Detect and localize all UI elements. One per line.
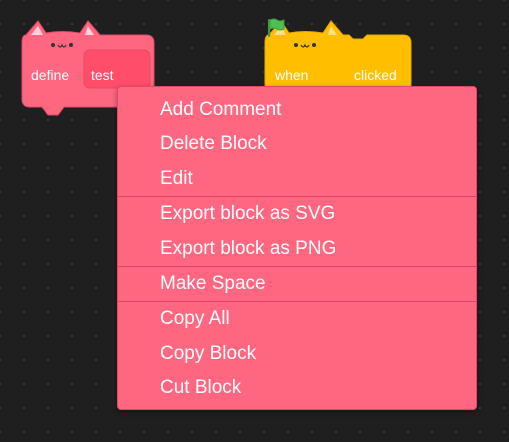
- custom-block-name[interactable]: test: [91, 67, 114, 83]
- menu-item-copy-all[interactable]: Copy All: [118, 302, 476, 336]
- when-label: when: [275, 67, 309, 83]
- menu-item-make-space[interactable]: Make Space: [118, 267, 476, 301]
- clicked-label: clicked: [354, 67, 397, 83]
- menu-item-copy-block[interactable]: Copy Block: [118, 337, 476, 371]
- menu-item-edit[interactable]: Edit: [118, 162, 476, 196]
- menu-item-cut-block[interactable]: Cut Block: [118, 371, 476, 405]
- define-keyword: define: [31, 67, 70, 83]
- menu-item-export-png[interactable]: Export block as PNG: [118, 232, 476, 266]
- green-flag-icon: [268, 18, 285, 37]
- menu-item-export-svg[interactable]: Export block as SVG: [118, 197, 476, 231]
- menu-item-delete-block[interactable]: Delete Block: [118, 127, 476, 161]
- menu-item-add-comment[interactable]: Add Comment: [118, 93, 476, 127]
- when-flag-clicked-block[interactable]: when clicked: [264, 17, 415, 93]
- block-context-menu: Add Comment Delete Block Edit Export blo…: [117, 86, 477, 410]
